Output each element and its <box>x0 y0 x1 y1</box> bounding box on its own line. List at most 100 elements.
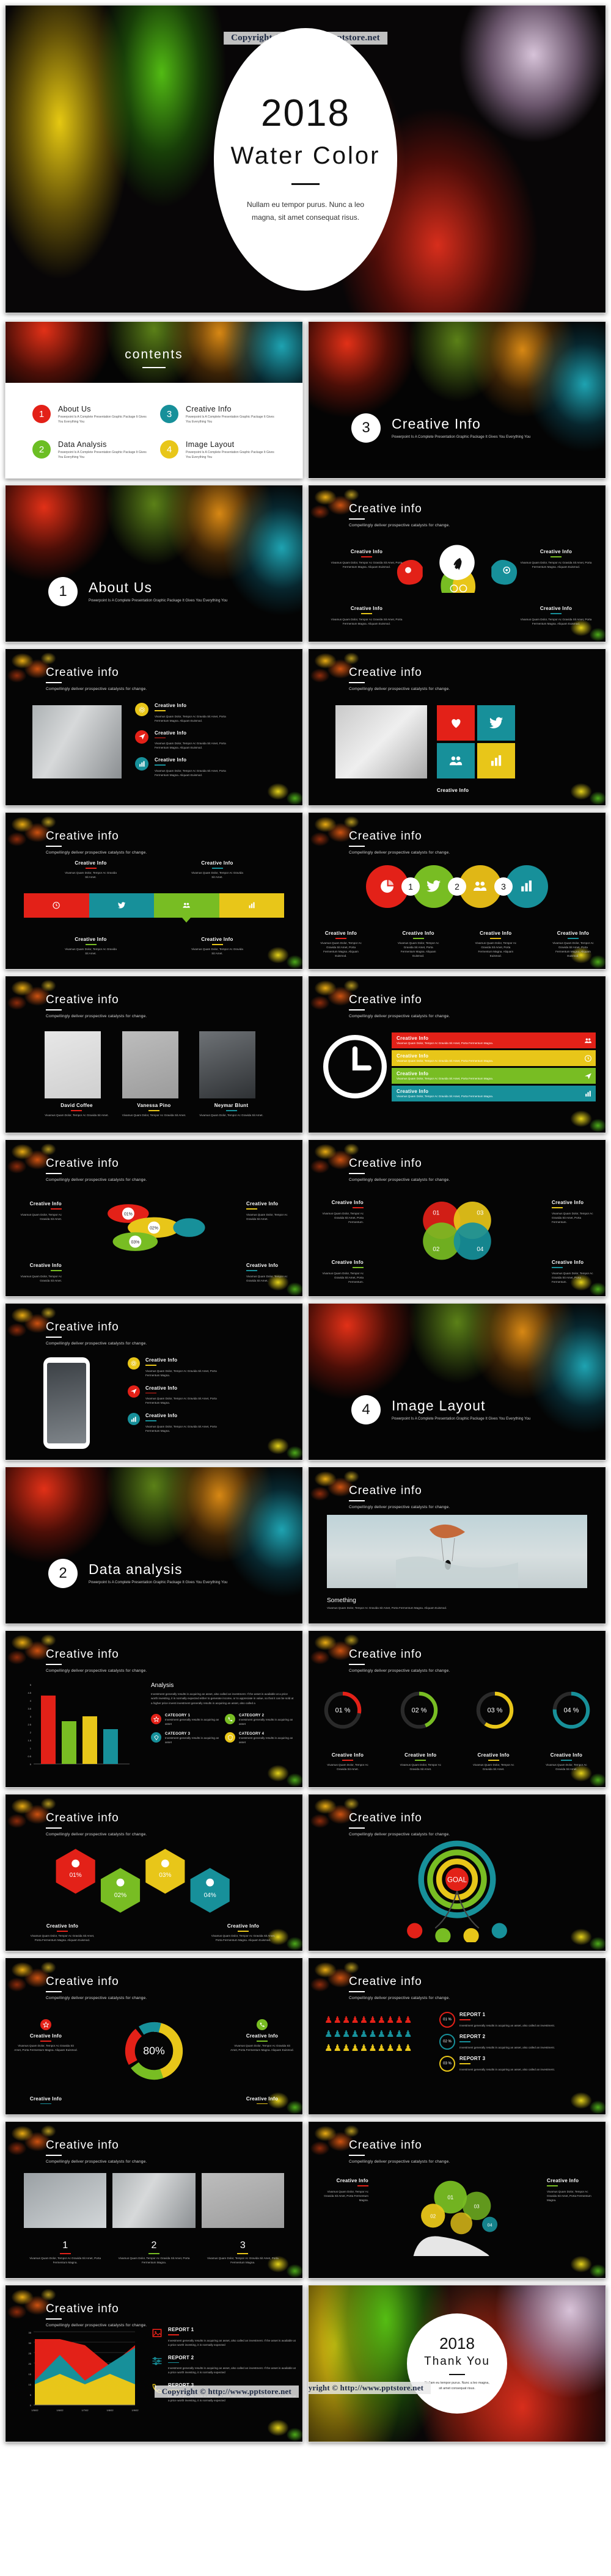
slide-people-reports[interactable]: Creative info Compellingly deliver prosp… <box>308 1957 606 2115</box>
slide-clock-rows[interactable]: Creative info Compellingly deliver prosp… <box>308 976 606 1133</box>
watercolor-background <box>5 485 302 642</box>
slide-area-chart[interactable]: Creative info Compellingly deliver prosp… <box>5 2285 303 2442</box>
block-title: Creative Info <box>246 2095 279 2102</box>
slide-section-data-analysis[interactable]: 2 Data analysis Powerpoint Is A Complete… <box>5 1467 303 1624</box>
list-item[interactable]: 03 % REPORT 3 Investment generally resul… <box>439 2056 598 2072</box>
gear-icon[interactable] <box>491 1923 507 1939</box>
toc-number: 1 <box>32 405 51 423</box>
chart-icon[interactable] <box>463 1928 479 1942</box>
slide-laptop-list[interactable]: Creative info Compellingly deliver prosp… <box>5 648 303 806</box>
svg-text:1/5/02: 1/5/02 <box>31 2409 38 2412</box>
twitter-icon[interactable] <box>477 705 515 741</box>
ring-stat[interactable]: 03 % <box>474 1689 516 1734</box>
slide-circle-steps[interactable]: Creative info Compellingly deliver prosp… <box>308 812 606 970</box>
list-item[interactable]: CATEGORY 3 Investment generally results … <box>151 1732 220 1744</box>
slide-subtitle: Compellingly deliver prospective catalys… <box>46 1341 147 1346</box>
list-item[interactable]: Creative Info Vivamus Quam Dolor, Tempor… <box>128 1413 293 1433</box>
list-item[interactable]: CATEGORY 2 Investment generally results … <box>225 1714 294 1726</box>
ring-stat[interactable]: 02 % <box>398 1689 440 1734</box>
info-block: Creative Info Vivamus Quam Dolor, Tempor… <box>552 1200 597 1224</box>
list-item[interactable]: CATEGORY 4 Investment generally results … <box>225 1732 294 1744</box>
team-member[interactable]: Vanessa Pino Vivamus Quam Dolor, Tempor … <box>122 1031 186 1117</box>
slide-title[interactable]: Copyright © http://www.pptstore.net 2018… <box>5 5 606 313</box>
slide-goal[interactable]: Creative info Compellingly deliver prosp… <box>308 1794 606 1951</box>
users-icon[interactable] <box>154 893 219 923</box>
slide-section-creative-info[interactable]: 3 Creative Info Powerpoint Is A Complete… <box>308 321 606 479</box>
slide-something-photo[interactable]: Creative info Compellingly deliver prosp… <box>308 1467 606 1624</box>
hex-04[interactable]: 04% <box>190 1868 230 1913</box>
table-row[interactable]: Creative Info Vivamus Quam Dolor, Tempor… <box>392 1032 596 1048</box>
slide-venn[interactable]: Creative info Compellingly deliver prosp… <box>308 1139 606 1297</box>
phone-icon <box>257 2019 268 2030</box>
ring-stat[interactable]: 01 % <box>322 1689 364 1734</box>
list-item[interactable]: 2 Data Analysis Powerpoint Is A Complete… <box>32 440 148 460</box>
list-item[interactable]: 4 Image Layout Powerpoint Is A Complete … <box>160 440 276 460</box>
slide-section-image-layout[interactable]: 4 Image Layout Powerpoint Is A Complete … <box>308 1303 606 1460</box>
slide-team[interactable]: Creative info Compellingly deliver prosp… <box>5 976 303 1133</box>
list-item[interactable]: Creative Info Vivamus Quam Dolor, Tempor… <box>135 757 291 777</box>
tile-caption: Creative Info <box>437 788 581 793</box>
slide-title: Creative info <box>46 993 119 1006</box>
list-item[interactable]: 1 About Us Powerpoint Is A Complete Pres… <box>32 405 148 424</box>
users-icon[interactable] <box>435 1928 451 1942</box>
bubble-label-04: 04 <box>488 2223 492 2228</box>
block-title: Creative Info <box>477 1752 510 1758</box>
slide-contents[interactable]: contents 1 About Us Powerpoint Is A Comp… <box>5 321 303 479</box>
slide-hand-bubbles[interactable]: Creative info Compellingly deliver prosp… <box>308 2121 606 2279</box>
table-row[interactable]: Creative Info Vivamus Quam Dolor, Tempor… <box>392 1086 596 1101</box>
slide-hand-tiles[interactable]: Creative info Compellingly deliver prosp… <box>308 648 606 806</box>
team-member[interactable]: Neymar Blunt Vivamus Quam Dolor, Tempor … <box>199 1031 263 1117</box>
slide-bar-chart[interactable]: Creative info Compellingly deliver prosp… <box>5 1630 303 1788</box>
info-block: Creative Info Vivamus Quam Dolor, Tempor… <box>14 2019 78 2052</box>
slide-blob-flow[interactable]: Creative info Compellingly deliver prosp… <box>5 1139 303 1297</box>
slide-phone-list[interactable]: Creative info Compellingly deliver prosp… <box>5 1303 303 1460</box>
list-item[interactable]: REPORT 1 Investment generally results in… <box>151 2327 296 2347</box>
title-year: 2018 <box>261 92 350 135</box>
hex-01[interactable]: 01% <box>56 1849 95 1894</box>
slide-thank-you[interactable]: 2018 Thank You Nullam eu tempor purus. N… <box>308 2285 606 2442</box>
copyright-watermark: Copyright © http://www.pptstore.net <box>309 2382 431 2394</box>
chart-icon[interactable] <box>477 743 515 778</box>
list-item[interactable]: Creative Info Vivamus Quam Dolor, Tempor… <box>128 1385 293 1406</box>
list-item[interactable]: REPORT 2 Investment generally results in… <box>151 2355 296 2375</box>
twitter-icon[interactable] <box>89 893 154 918</box>
users-icon[interactable] <box>437 743 475 778</box>
list-item[interactable]: CATEGORY 1 Investment generally results … <box>151 1714 220 1726</box>
list-item[interactable]: 01 % REPORT 1 Investment generally resul… <box>439 2012 598 2028</box>
block-rule <box>85 944 97 945</box>
list-item[interactable]: Creative Info Vivamus Quam Dolor, Tempor… <box>135 730 291 750</box>
header-rule <box>46 1827 62 1829</box>
info-block: Creative Info Vivamus Quam Dolor, Tempor… <box>322 1752 373 1771</box>
avatar <box>122 1031 178 1098</box>
slide-ring-stats[interactable]: Creative info Compellingly deliver prosp… <box>308 1630 606 1788</box>
hex-03[interactable]: 03% <box>145 1849 185 1894</box>
slide-rocket-diagram[interactable]: Creative info Compellingly deliver prosp… <box>308 485 606 642</box>
list-item[interactable]: Creative Info Vivamus Quam Dolor, Tempor… <box>135 703 291 723</box>
table-row[interactable]: Creative Info Vivamus Quam Dolor, Tempor… <box>392 1050 596 1066</box>
slide-hexagons[interactable]: Creative info Compellingly deliver prosp… <box>5 1794 303 1951</box>
block-title: Creative Info <box>324 931 357 937</box>
block-rule <box>246 1270 257 1271</box>
report-title: REPORT 2 <box>459 2034 486 2040</box>
list-item[interactable]: Creative Info Vivamus Quam Dolor, Tempor… <box>128 1357 293 1377</box>
slide-three-photos[interactable]: Creative info Compellingly deliver prosp… <box>5 2121 303 2279</box>
table-row[interactable]: Creative Info Vivamus Quam Dolor, Tempor… <box>392 1068 596 1084</box>
clock-icon[interactable] <box>407 1923 423 1939</box>
list-item[interactable]: 3 Creative Info Powerpoint Is A Complete… <box>160 405 276 424</box>
block-title: Creative Info <box>29 2095 62 2102</box>
chart-icon[interactable] <box>219 893 284 918</box>
list-item[interactable]: 02 % REPORT 2 Investment generally resul… <box>439 2034 598 2050</box>
block-title: Creative Info <box>402 931 434 937</box>
row-body: Vivamus Quam Dolor, Tempor Ac Gravida Si… <box>397 1094 494 1098</box>
ring-stat[interactable]: 04 % <box>551 1689 592 1734</box>
clock-icon[interactable] <box>24 893 89 918</box>
block-body: Vivamus Quam Dolor, Tempor Ac Gravida Si… <box>155 714 226 722</box>
team-member[interactable]: David Coffee Vivamus Quam Dolor, Tempor … <box>45 1031 109 1117</box>
slide-donut-chart[interactable]: Creative info Compellingly deliver prosp… <box>5 1957 303 2115</box>
slide-section-about-us[interactable]: 1 About Us Powerpoint Is A Complete Pres… <box>5 485 303 642</box>
block-rule <box>145 1420 156 1421</box>
report-value-badge: 03 % <box>439 2056 455 2072</box>
heart-icon[interactable] <box>437 705 475 741</box>
hex-02[interactable]: 02% <box>100 1868 141 1913</box>
slide-color-bars[interactable]: Creative info Compellingly deliver prosp… <box>5 812 303 970</box>
